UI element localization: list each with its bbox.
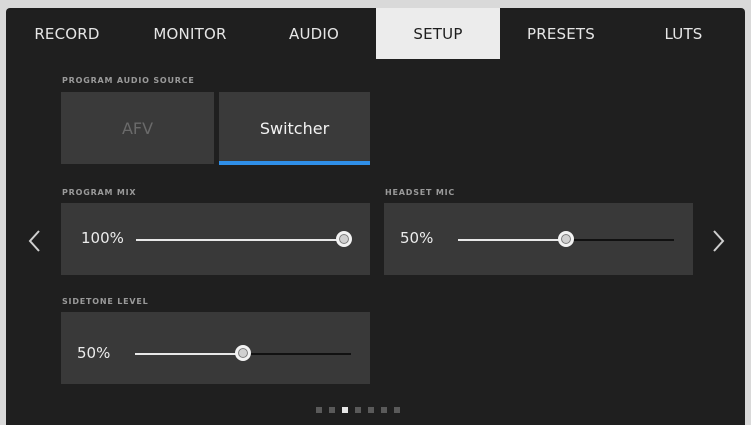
page-dot bbox=[394, 407, 400, 413]
page-dot bbox=[342, 407, 348, 413]
program-mix-value: 100% bbox=[81, 229, 124, 247]
headset-mic-label: HEADSET MIC bbox=[385, 188, 456, 197]
tab-bar: RECORD MONITOR AUDIO SETUP PRESETS LUTS bbox=[6, 8, 745, 59]
program-audio-source-label: PROGRAM AUDIO SOURCE bbox=[62, 76, 195, 85]
program-mix-slider-fill bbox=[136, 239, 344, 241]
sidetone-level-slider[interactable] bbox=[135, 345, 351, 361]
program-mix-slider[interactable] bbox=[136, 231, 352, 247]
headset-mic-value: 50% bbox=[400, 229, 434, 247]
sidetone-level-label: SIDETONE LEVEL bbox=[62, 297, 149, 306]
page-dot bbox=[316, 407, 322, 413]
tab-monitor[interactable]: MONITOR bbox=[128, 8, 252, 59]
tab-setup[interactable]: SETUP bbox=[376, 8, 500, 59]
tab-audio[interactable]: AUDIO bbox=[252, 8, 376, 59]
page-indicator bbox=[316, 407, 400, 413]
page-dot bbox=[381, 407, 387, 413]
headset-mic-slider-fill bbox=[458, 239, 566, 241]
headset-mic-slider-knob[interactable] bbox=[558, 231, 574, 247]
switcher-button[interactable]: Switcher bbox=[219, 92, 370, 165]
sidetone-level-value: 50% bbox=[77, 344, 111, 362]
sidetone-level-panel: 50% bbox=[61, 312, 370, 384]
program-mix-panel: 100% bbox=[61, 203, 370, 275]
program-mix-slider-knob[interactable] bbox=[336, 231, 352, 247]
setup-screen: RECORD MONITOR AUDIO SETUP PRESETS LUTS … bbox=[6, 8, 745, 425]
page-dot bbox=[368, 407, 374, 413]
sidetone-level-slider-knob[interactable] bbox=[235, 345, 251, 361]
program-mix-label: PROGRAM MIX bbox=[62, 188, 137, 197]
headset-mic-slider[interactable] bbox=[458, 231, 674, 247]
afv-button[interactable]: AFV bbox=[61, 92, 214, 164]
switcher-button-label: Switcher bbox=[259, 118, 330, 138]
afv-button-label: AFV bbox=[121, 118, 154, 138]
sidetone-level-slider-fill bbox=[135, 353, 243, 355]
chevron-left-icon[interactable] bbox=[20, 226, 50, 256]
page-dot bbox=[329, 407, 335, 413]
headset-mic-panel: 50% bbox=[384, 203, 693, 275]
page-dot bbox=[355, 407, 361, 413]
tab-record[interactable]: RECORD bbox=[6, 8, 128, 59]
chevron-right-icon[interactable] bbox=[703, 226, 733, 256]
tab-luts[interactable]: LUTS bbox=[622, 8, 745, 59]
tab-presets[interactable]: PRESETS bbox=[500, 8, 622, 59]
selected-indicator bbox=[219, 161, 370, 165]
